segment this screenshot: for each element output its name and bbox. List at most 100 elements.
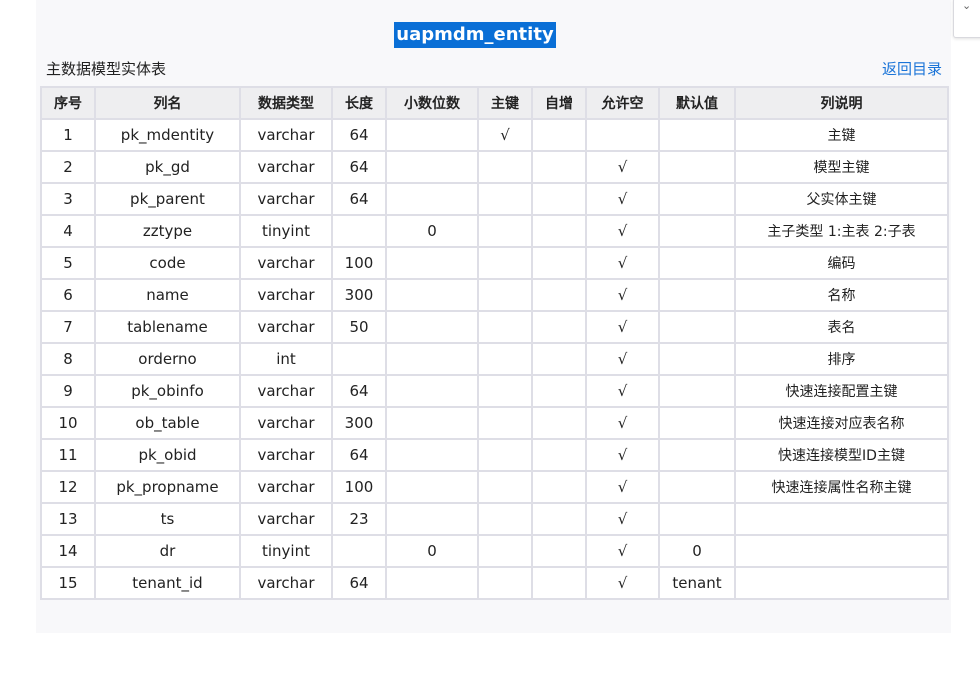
cell-description: 排序 <box>734 342 949 376</box>
cell-data-type: varchar <box>239 502 333 536</box>
cell-column-name: pk_obid <box>94 438 241 472</box>
table-row: 8 orderno int √ 排序 <box>40 342 949 376</box>
cell-column-name: pk_propname <box>94 470 241 504</box>
cell-length: 300 <box>331 406 387 440</box>
cell-nullable: √ <box>585 246 660 280</box>
cell-description: 快速连接配置主键 <box>734 374 949 408</box>
header-description: 列说明 <box>734 86 949 120</box>
cell-primary-key <box>477 470 533 504</box>
cell-primary-key <box>477 438 533 472</box>
cell-index: 5 <box>40 246 96 280</box>
cell-column-name: dr <box>94 534 241 568</box>
table-row: 9 pk_obinfo varchar 64 √ 快速连接配置主键 <box>40 374 949 408</box>
cell-description: 表名 <box>734 310 949 344</box>
cell-nullable: √ <box>585 470 660 504</box>
cell-auto-increment <box>531 182 587 216</box>
cell-description: 名称 <box>734 278 949 312</box>
back-to-index-link[interactable]: 返回目录 <box>882 58 942 79</box>
cell-default <box>658 470 736 504</box>
cell-nullable: √ <box>585 214 660 248</box>
cell-data-type: tinyint <box>239 534 333 568</box>
table-subtitle: 主数据模型实体表 <box>46 60 167 78</box>
cell-default: 0 <box>658 534 736 568</box>
cell-decimals: 0 <box>385 534 479 568</box>
cell-length: 100 <box>331 470 387 504</box>
cell-primary-key <box>477 502 533 536</box>
cell-data-type: varchar <box>239 566 333 600</box>
cell-primary-key <box>477 374 533 408</box>
cell-data-type: varchar <box>239 470 333 504</box>
cell-auto-increment <box>531 278 587 312</box>
table-row: 13 ts varchar 23 √ <box>40 502 949 536</box>
cell-column-name: orderno <box>94 342 241 376</box>
cell-primary-key <box>477 182 533 216</box>
cell-default <box>658 150 736 184</box>
cell-decimals <box>385 310 479 344</box>
cell-data-type: varchar <box>239 182 333 216</box>
cell-column-name: ob_table <box>94 406 241 440</box>
cell-nullable: √ <box>585 342 660 376</box>
table-header-row: 序号 列名 数据类型 长度 小数位数 主键 自增 允许空 默认值 列说明 <box>40 86 949 120</box>
cell-column-name: pk_obinfo <box>94 374 241 408</box>
header-primary-key: 主键 <box>477 86 533 120</box>
cell-decimals <box>385 406 479 440</box>
cell-description: 编码 <box>734 246 949 280</box>
cell-nullable: √ <box>585 566 660 600</box>
cell-description: 快速连接属性名称主键 <box>734 470 949 504</box>
cell-decimals <box>385 566 479 600</box>
cell-decimals <box>385 342 479 376</box>
cell-auto-increment <box>531 470 587 504</box>
entity-table: 序号 列名 数据类型 长度 小数位数 主键 自增 允许空 默认值 列说明 1 pk… <box>40 86 949 600</box>
cell-data-type: int <box>239 342 333 376</box>
table-row: 1 pk_mdentity varchar 64 √ 主键 <box>40 118 949 152</box>
cell-length: 64 <box>331 566 387 600</box>
cell-default <box>658 214 736 248</box>
cell-decimals <box>385 246 479 280</box>
header-default: 默认值 <box>658 86 736 120</box>
cell-index: 13 <box>40 502 96 536</box>
cell-default: tenant <box>658 566 736 600</box>
cell-column-name: ts <box>94 502 241 536</box>
cell-index: 9 <box>40 374 96 408</box>
cell-nullable: √ <box>585 150 660 184</box>
cell-default <box>658 406 736 440</box>
cell-primary-key <box>477 150 533 184</box>
cell-data-type: varchar <box>239 406 333 440</box>
cell-index: 1 <box>40 118 96 152</box>
cell-decimals <box>385 118 479 152</box>
cell-decimals <box>385 150 479 184</box>
cell-column-name: pk_gd <box>94 150 241 184</box>
cell-column-name: pk_mdentity <box>94 118 241 152</box>
cell-length: 64 <box>331 374 387 408</box>
cell-primary-key <box>477 246 533 280</box>
cell-auto-increment <box>531 214 587 248</box>
table-row: 6 name varchar 300 √ 名称 <box>40 278 949 312</box>
table-row: 14 dr tinyint 0 √ 0 <box>40 534 949 568</box>
cell-length: 23 <box>331 502 387 536</box>
cell-nullable: √ <box>585 406 660 440</box>
cell-default <box>658 310 736 344</box>
table-body: 1 pk_mdentity varchar 64 √ 主键 2 pk_gd varchar 64 √… <box>40 118 949 600</box>
cell-data-type: varchar <box>239 118 333 152</box>
table-row: 11 pk_obid varchar 64 √ 快速连接模型ID主键 <box>40 438 949 472</box>
cell-column-name: name <box>94 278 241 312</box>
cell-primary-key <box>477 534 533 568</box>
cell-decimals <box>385 438 479 472</box>
cell-length: 64 <box>331 438 387 472</box>
cell-index: 14 <box>40 534 96 568</box>
cell-description <box>734 502 949 536</box>
cell-decimals <box>385 502 479 536</box>
title-container: uapmdm_entity <box>0 22 980 48</box>
cell-primary-key <box>477 310 533 344</box>
cell-description: 快速连接对应表名称 <box>734 406 949 440</box>
cell-length: 64 <box>331 182 387 216</box>
cell-length: 50 <box>331 310 387 344</box>
cell-index: 8 <box>40 342 96 376</box>
cell-default <box>658 374 736 408</box>
cell-data-type: varchar <box>239 310 333 344</box>
cell-description: 模型主键 <box>734 150 949 184</box>
cell-length: 64 <box>331 150 387 184</box>
cell-column-name: tenant_id <box>94 566 241 600</box>
cell-description <box>734 534 949 568</box>
cell-default <box>658 342 736 376</box>
